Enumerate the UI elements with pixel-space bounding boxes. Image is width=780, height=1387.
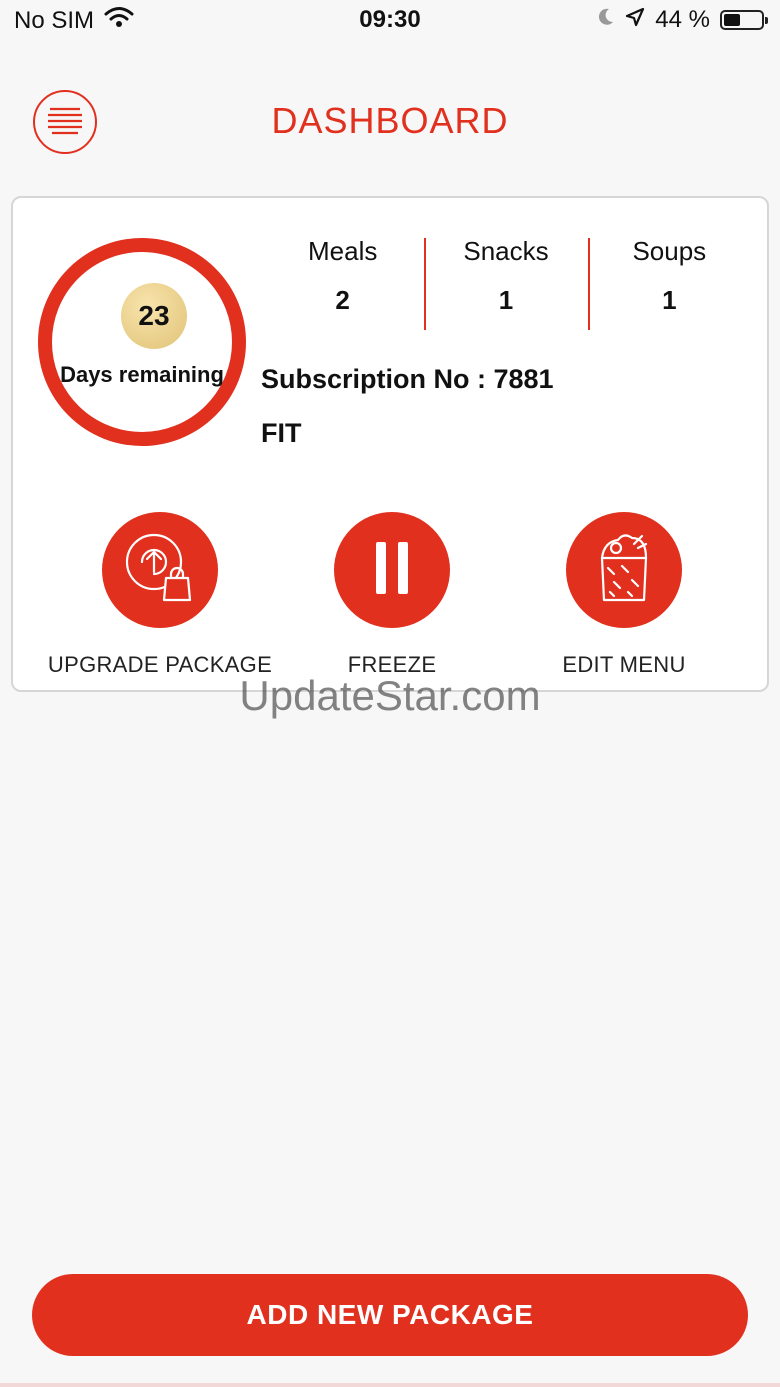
battery-icon <box>720 10 768 30</box>
pause-icon <box>372 540 412 601</box>
freeze-button[interactable]: FREEZE <box>262 512 522 678</box>
upgrade-package-button[interactable]: UPGRADE PACKAGE <box>30 512 290 678</box>
subscription-number: Subscription No : 7881 <box>261 364 554 394</box>
days-remaining-label: Days remaining <box>52 362 232 387</box>
subscription-card: 23 Days remaining Meals 2 Snacks 1 Soups… <box>11 196 769 692</box>
stat-value: 1 <box>498 285 514 315</box>
page-title: DASHBOARD <box>271 100 509 141</box>
location-arrow-icon <box>625 6 645 34</box>
stat-name: Meals <box>307 236 378 266</box>
stat-name: Snacks <box>463 236 549 266</box>
stat-value: 2 <box>335 285 350 315</box>
days-remaining-badge: 23 <box>121 283 187 349</box>
wifi-icon <box>104 6 134 35</box>
stat-meals: Meals 2 <box>261 234 424 330</box>
plan-name: FIT <box>261 418 302 448</box>
carrier-group: No SIM <box>14 6 134 35</box>
wrap-food-icon <box>588 528 660 613</box>
freeze-label: FREEZE <box>347 652 437 677</box>
edit-menu-label: EDIT MENU <box>562 652 686 677</box>
menu-button[interactable] <box>33 90 97 154</box>
add-new-package-button[interactable]: ADD NEW PACKAGE <box>32 1274 748 1356</box>
battery-fill <box>724 14 740 26</box>
days-remaining-ring: 23 Days remaining <box>38 238 246 446</box>
upgrade-shopping-bag-icon <box>114 522 206 619</box>
action-row: UPGRADE PACKAGE FREEZE EDIT MENU <box>13 512 771 677</box>
carrier-label: No SIM <box>14 6 95 34</box>
battery-percent: 44 % <box>655 6 710 33</box>
upgrade-package-label: UPGRADE PACKAGE <box>47 652 273 677</box>
bottom-edge <box>0 1383 780 1387</box>
status-bar: No SIM 09:30 44 % <box>0 0 780 40</box>
edit-menu-button[interactable]: EDIT MENU <box>494 512 754 678</box>
stat-soups: Soups 1 <box>587 234 751 330</box>
item-counts: Meals 2 Snacks 1 Soups 1 <box>261 234 751 330</box>
stat-value: 1 <box>662 285 677 315</box>
freeze-button-circle[interactable] <box>334 512 450 628</box>
stat-name: Soups <box>632 236 707 266</box>
days-remaining-text: Days remaining <box>60 362 224 387</box>
status-right-group: 44 % <box>597 6 768 34</box>
hamburger-menu-icon <box>46 105 84 140</box>
moon-icon <box>597 6 615 34</box>
upgrade-button-circle[interactable] <box>102 512 218 628</box>
stat-snacks: Snacks 1 <box>424 234 587 330</box>
edit-menu-button-circle[interactable] <box>566 512 682 628</box>
